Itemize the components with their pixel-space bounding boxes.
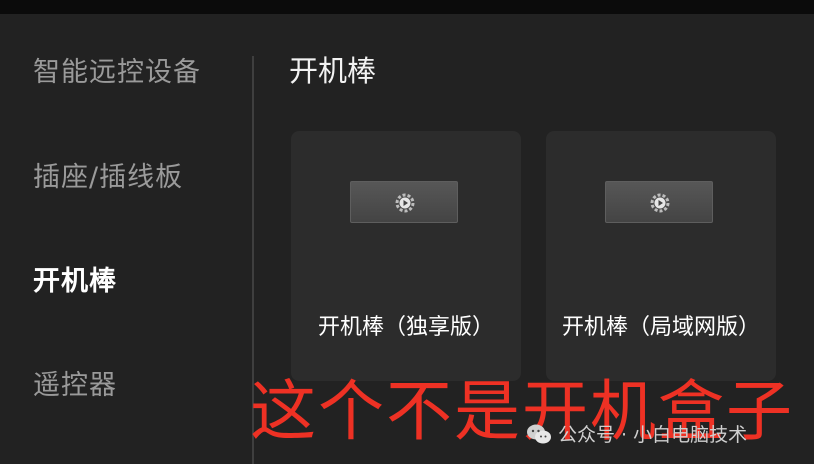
page-title: 开机棒 — [289, 54, 377, 88]
watermark: 公众号 · 小白电脑技术 — [526, 420, 747, 447]
sidebar-item-remote-controller[interactable]: 遥控器 — [33, 363, 117, 402]
device-card-exclusive[interactable]: 开机棒（独享版） — [291, 131, 521, 381]
device-thumbnail — [605, 181, 713, 223]
sidebar-item-smart-remote-devices[interactable]: 智能远控设备 — [33, 50, 201, 89]
sidebar-item-power-stick[interactable]: 开机棒 — [33, 259, 117, 298]
device-card-lan[interactable]: 开机棒（局域网版） — [546, 131, 776, 381]
device-thumbnail — [350, 181, 458, 223]
device-card-label: 开机棒（独享版） — [317, 315, 494, 340]
device-card-label: 开机棒（局域网版） — [561, 315, 760, 340]
wechat-icon — [527, 424, 551, 443]
watermark-text: 公众号 · 小白电脑技术 — [558, 424, 748, 446]
sidebar-item-sockets[interactable]: 插座/插线板 — [33, 155, 183, 194]
gear-play-icon — [395, 193, 415, 213]
gear-play-icon — [650, 193, 670, 213]
category-sidebar: 智能远控设备 插座/插线板 开机棒 遥控器 — [0, 14, 252, 464]
top-status-bar — [0, 0, 814, 14]
